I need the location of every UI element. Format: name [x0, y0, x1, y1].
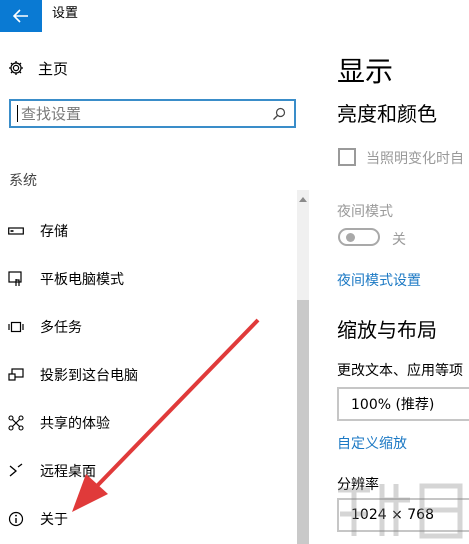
annotation-arrow: [72, 318, 260, 512]
